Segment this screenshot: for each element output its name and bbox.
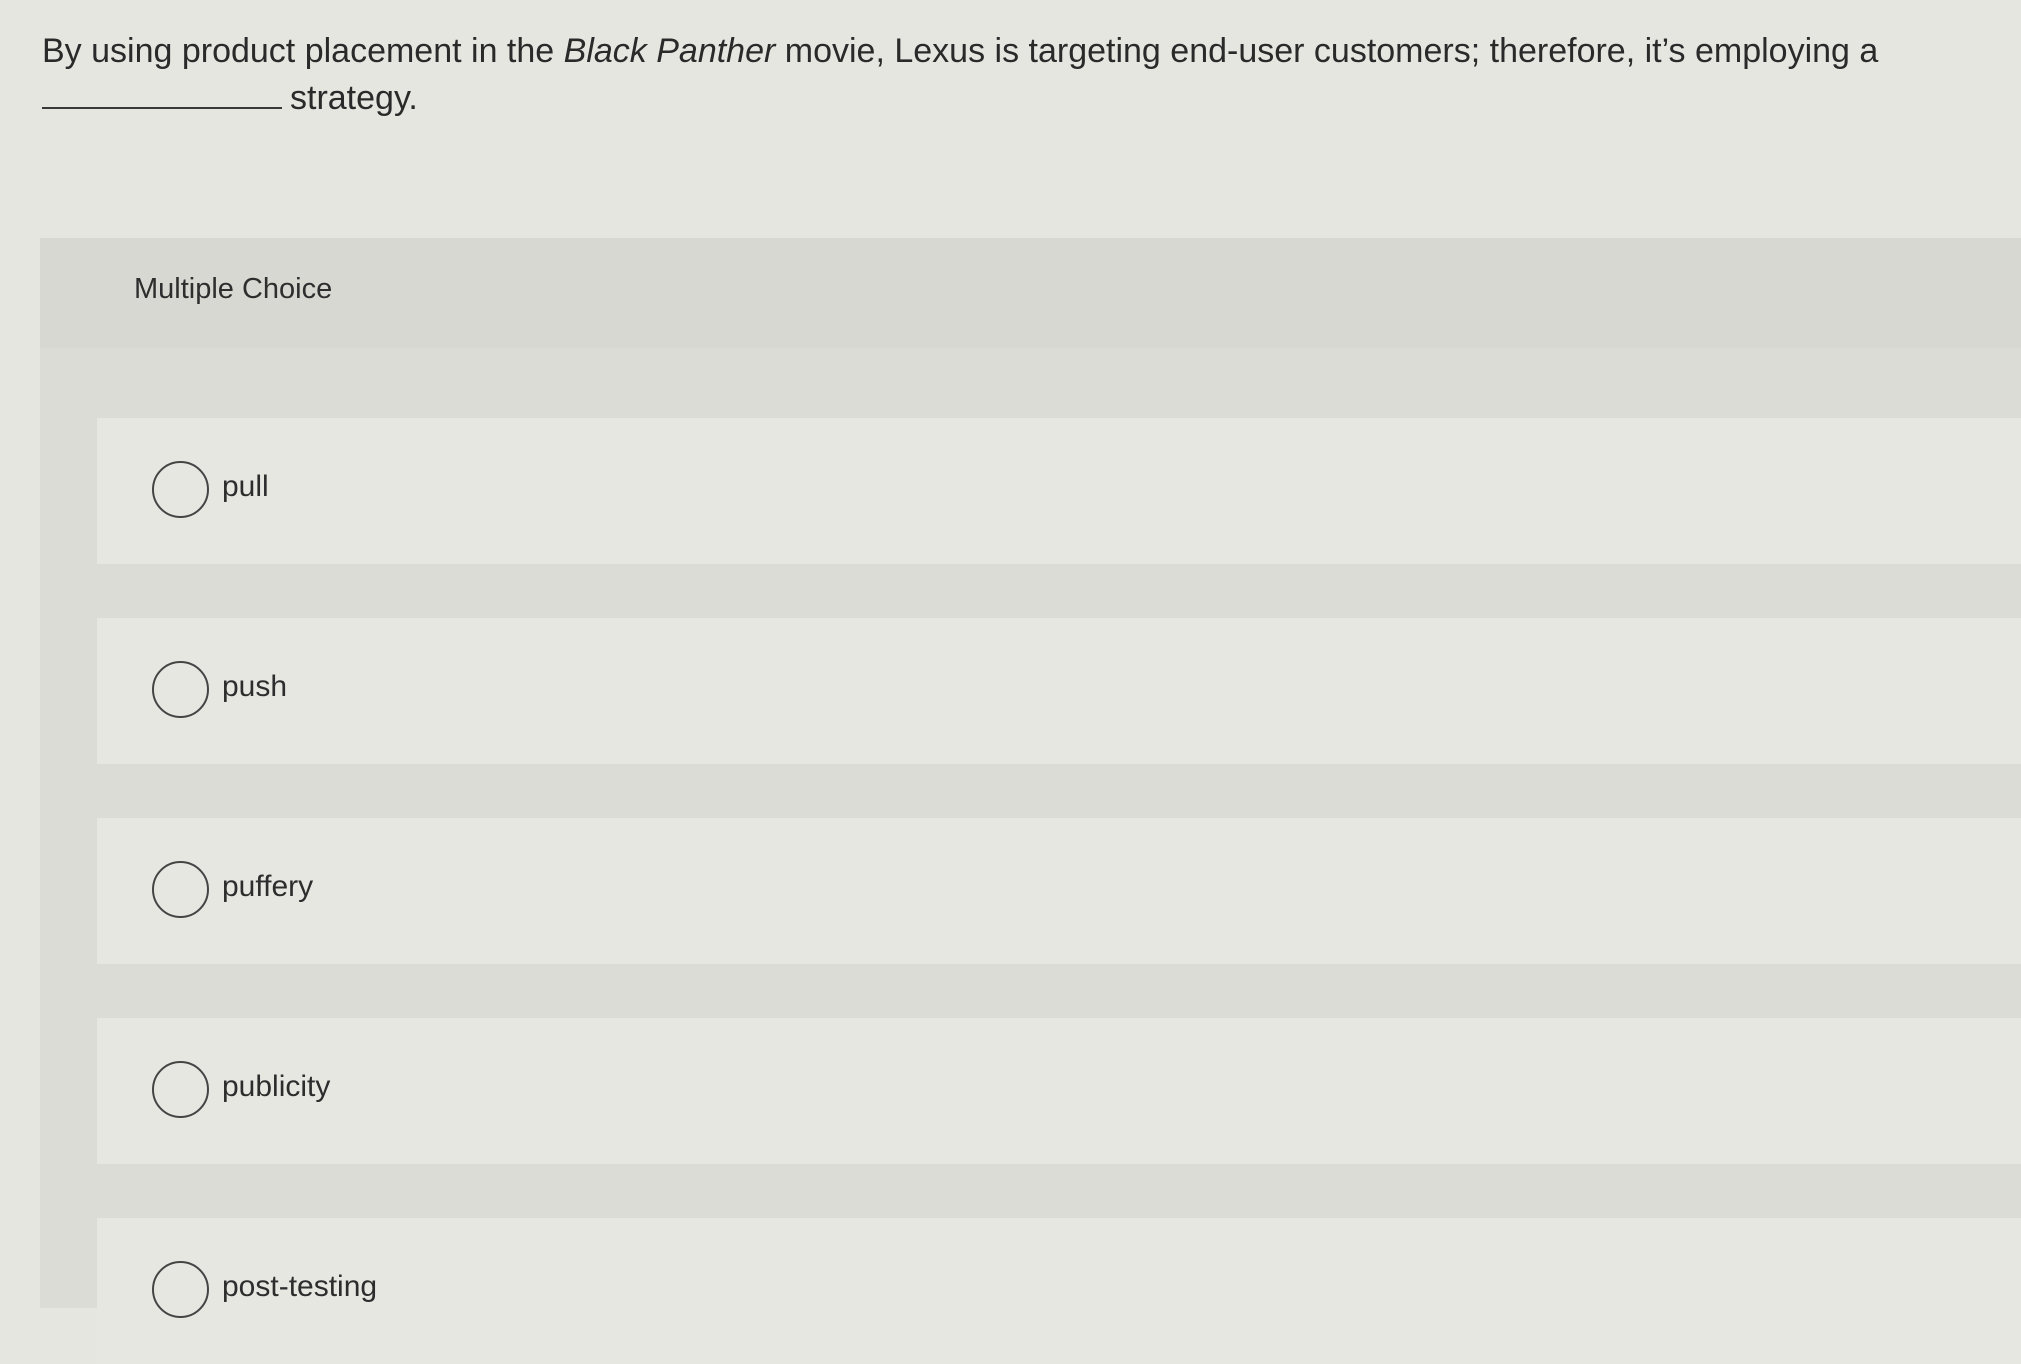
option-label: puffery [222, 870, 314, 903]
question-part-1: By using product placement in the [42, 32, 564, 70]
radio-button[interactable] [152, 1261, 209, 1318]
question-part-2: movie, Lexus is targeting end-user custo… [775, 32, 1879, 70]
radio-button[interactable] [152, 1061, 209, 1118]
multiple-choice-panel: Multiple Choice pull push puffery public… [40, 238, 2021, 1364]
option-label: push [222, 670, 288, 703]
answer-blank [42, 77, 282, 109]
option-publicity[interactable]: publicity [97, 1018, 2021, 1164]
option-pull[interactable]: pull [97, 418, 2021, 564]
option-label: pull [222, 470, 269, 503]
question-part-3: strategy. [290, 79, 418, 117]
movie-title: Black Panther [563, 32, 776, 70]
option-post-testing[interactable]: post-testing [97, 1218, 2021, 1364]
panel-title: Multiple Choice [134, 273, 333, 305]
question-text: By using product placement in the Black … [42, 28, 1992, 122]
option-label: publicity [222, 1070, 331, 1103]
option-push[interactable]: push [97, 618, 2021, 764]
radio-button[interactable] [152, 861, 209, 918]
panel-header: Multiple Choice [40, 238, 2021, 348]
option-puffery[interactable]: puffery [97, 818, 2021, 964]
radio-button[interactable] [152, 661, 209, 718]
radio-button[interactable] [152, 461, 209, 518]
option-label: post-testing [222, 1270, 378, 1303]
